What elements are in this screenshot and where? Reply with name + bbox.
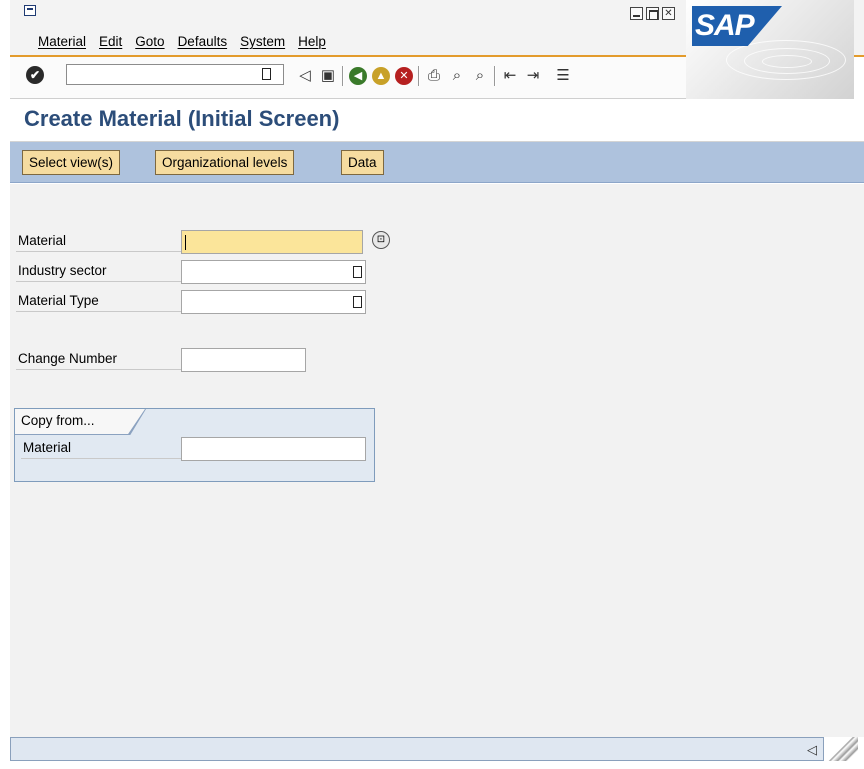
material-input[interactable] [181,230,363,254]
change-number-label: Change Number [16,348,181,370]
system-menu-icon[interactable] [24,5,36,16]
find-icon[interactable]: ⌕ [448,67,466,85]
page-title: Create Material (Initial Screen) [24,106,340,131]
change-number-input[interactable] [181,348,306,372]
menu-system[interactable]: System [240,34,285,49]
menu-items: Material Edit Goto Defaults System Help [38,34,326,49]
multiple-selection-icon[interactable]: ⊡ [372,231,390,249]
command-field[interactable] [66,64,284,85]
resize-grip[interactable] [828,737,858,761]
ripple-decoration [762,55,812,68]
material-type-input[interactable] [181,290,366,314]
back-icon[interactable]: ◁ [296,67,314,85]
sap-logo-text: SAP [695,9,755,42]
exit-icon[interactable]: ▲ [372,67,390,85]
copy-material-input[interactable] [181,437,366,461]
toolbar-separator [494,66,496,86]
main-content: Material ⊡ Industry sector Material Type… [10,184,864,737]
menu-defaults[interactable]: Defaults [178,34,228,49]
minimize-icon[interactable] [630,7,643,20]
standard-toolbar: ✔ ◁ ▣ ◀ ▲ ✕ ⎙ ⌕ ⌕ ⇤ ⇥ ☰ [10,57,686,99]
maximize-icon[interactable] [646,7,659,20]
organizational-levels-button[interactable]: Organizational levels [155,150,295,175]
menu-help[interactable]: Help [298,34,326,49]
toolbar-separator [342,66,344,86]
application-toolbar: Select view(s) Organizational levels Dat… [10,142,864,183]
menu-goto[interactable]: Goto [135,34,164,49]
green-back-icon[interactable]: ◀ [349,67,367,85]
toolbar-icons: ◁ ▣ ◀ ▲ ✕ ⎙ ⌕ ⌕ ⇤ ⇥ ☰ [296,66,572,86]
material-label: Material [16,230,181,252]
copy-from-title: Copy from... [21,413,95,428]
menu-material[interactable]: Material [38,34,86,49]
value-help-icon[interactable] [353,266,362,278]
material-type-label: Material Type [16,290,181,312]
copy-material-label: Material [21,437,181,459]
text-cursor [185,235,186,250]
menu-edit[interactable]: Edit [99,34,122,49]
print-icon[interactable]: ⎙ [425,67,443,85]
find-next-icon[interactable]: ⌕ [471,67,489,85]
status-bar: ◁ [10,737,864,761]
sap-logo-area: SAP [686,0,854,99]
last-page-icon[interactable]: ⇥ [524,67,542,85]
save-icon[interactable]: ▣ [319,67,337,85]
select-views-button[interactable]: Select view(s) [22,150,121,175]
title-bar: Create Material (Initial Screen) [10,99,864,142]
industry-sector-label: Industry sector [16,260,181,282]
industry-sector-input[interactable] [181,260,366,284]
enter-icon[interactable]: ✔ [26,66,44,84]
window-controls: ✕ [630,7,675,20]
toolbar-separator [418,66,420,86]
data-button[interactable]: Data [341,150,384,175]
first-page-icon[interactable]: ⇤ [501,67,519,85]
layout-menu-icon[interactable]: ☰ [554,67,572,85]
value-help-icon[interactable] [353,296,362,308]
command-history-icon[interactable] [262,68,271,80]
status-toggle-icon[interactable]: ◁ [807,742,817,758]
copy-from-group: Copy from... Material [14,408,375,482]
close-icon[interactable]: ✕ [662,7,675,20]
cancel-icon[interactable]: ✕ [395,67,413,85]
status-message-field: ◁ [10,737,824,761]
